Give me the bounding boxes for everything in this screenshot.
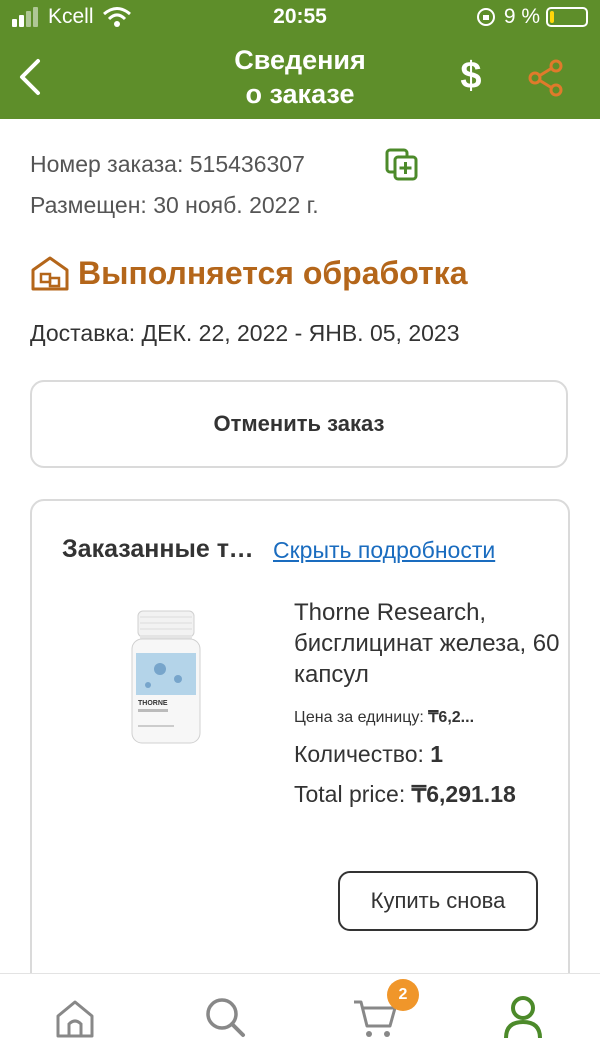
total-price-value: ₸6,291.18 — [411, 781, 516, 807]
warehouse-icon — [31, 256, 69, 291]
ordered-items-title: Заказанные товары — [62, 535, 262, 563]
product-image[interactable]: THORNE — [130, 609, 202, 745]
unit-price-value: ₸6,2... — [428, 709, 475, 726]
home-icon — [56, 1000, 94, 1038]
product-name[interactable]: Thorne Research, бисглицинат железа, 60 … — [294, 597, 564, 690]
cart-count-badge: 2 — [387, 979, 419, 1011]
share-icon — [528, 59, 563, 97]
copy-order-number-button[interactable] — [384, 147, 420, 183]
total-price-label: Total price: — [294, 781, 412, 807]
order-status-text: Выполняется обработка — [78, 254, 468, 291]
unit-price: Цена за единицу: ₸6,2... — [294, 707, 474, 727]
status-right: 9 % — [476, 5, 588, 29]
copy-icon — [385, 148, 418, 181]
currency-button[interactable]: $ — [456, 54, 486, 98]
chevron-left-icon — [20, 59, 40, 95]
quantity-value: 1 — [430, 741, 444, 767]
unit-price-label: Цена за единицу: — [294, 709, 429, 726]
orientation-lock-icon — [476, 8, 495, 26]
order-number: Номер заказа: 515436307 — [30, 151, 305, 177]
hide-details-link[interactable]: Скрыть подробности — [273, 537, 495, 564]
total-price: Total price: ₸6,291.18 — [294, 781, 516, 808]
quantity: Количество: 1 — [294, 741, 443, 768]
product-brand-label: THORNE — [138, 700, 168, 707]
app-header: Kcell 20:55 9 % Сведения о заказе $ — [0, 0, 600, 119]
account-icon — [504, 996, 542, 1039]
tab-account[interactable] — [498, 992, 548, 1042]
order-placed-date: Размещен: 30 нояб. 2022 г. — [30, 192, 319, 218]
share-button[interactable] — [526, 58, 566, 98]
page-title-line2: о заказе — [245, 79, 355, 109]
delivery-window: Доставка: ДЕК. 22, 2022 - ЯНВ. 05, 2023 — [30, 320, 460, 346]
battery-percent: 9 % — [503, 5, 540, 28]
search-icon — [206, 998, 245, 1037]
bottom-tab-bar — [0, 973, 600, 1064]
buy-again-button[interactable]: Купить снова — [338, 871, 538, 931]
page-title: Сведения о заказе — [150, 43, 450, 111]
quantity-label: Количество: — [294, 741, 431, 767]
ordered-items-card: Заказанные товары Скрыть подробности THO… — [30, 499, 570, 1019]
back-button[interactable] — [12, 57, 48, 97]
tab-search[interactable] — [200, 992, 250, 1042]
tab-home[interactable] — [50, 992, 100, 1042]
order-status: Выполняется обработка — [30, 254, 467, 292]
page-title-line1: Сведения — [234, 45, 366, 75]
cancel-order-button[interactable]: Отменить заказ — [30, 380, 568, 468]
status-bar: Kcell 20:55 9 % — [0, 0, 600, 36]
battery-icon — [546, 7, 588, 27]
